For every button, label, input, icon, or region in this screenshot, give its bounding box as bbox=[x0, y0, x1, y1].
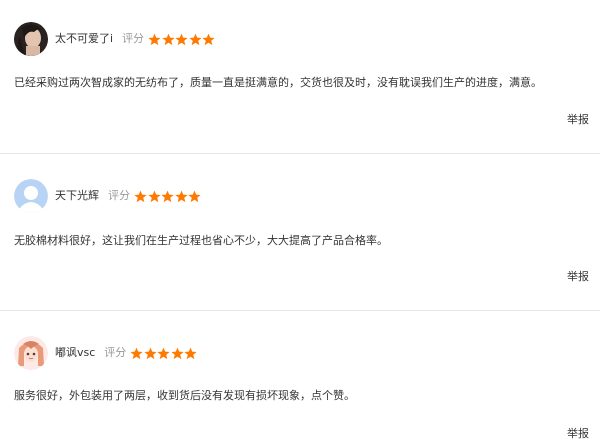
rating-label: 评分 bbox=[104, 346, 127, 359]
report-link[interactable]: 举报 bbox=[567, 113, 589, 127]
star-icon bbox=[175, 33, 188, 45]
star-icon bbox=[171, 347, 184, 359]
review-header: 嘟讽vsc 评分 bbox=[14, 335, 198, 371]
star-icon bbox=[188, 190, 201, 202]
star-icon bbox=[161, 190, 174, 202]
user-avatar-icon[interactable] bbox=[14, 179, 48, 213]
review-username: 太不可爱了i bbox=[55, 32, 114, 45]
star-icon bbox=[148, 33, 161, 45]
review-content: 服务很好，外包装用了两层，收到货后没有发现有损坏现象，点个赞。 bbox=[14, 389, 355, 402]
star-icon bbox=[188, 33, 202, 45]
star-icon bbox=[174, 190, 188, 202]
rating-label: 评分 bbox=[122, 32, 145, 45]
user-avatar-icon[interactable] bbox=[14, 336, 48, 370]
report-link[interactable]: 举报 bbox=[567, 427, 589, 441]
star-rating bbox=[130, 347, 198, 360]
rating-label: 评分 bbox=[108, 189, 130, 202]
star-icon bbox=[157, 347, 170, 359]
divider bbox=[0, 310, 600, 311]
star-icon bbox=[134, 190, 147, 202]
star-rating bbox=[134, 190, 202, 203]
review-header: 太不可爱了i 评分 bbox=[14, 21, 216, 57]
report-link[interactable]: 举报 bbox=[567, 270, 589, 284]
review-username: 天下光辉 bbox=[55, 189, 99, 202]
star-icon bbox=[144, 347, 157, 359]
review-content: 无胶棉材料很好，这让我们在生产过程也省心不少，大大提高了产品合格率。 bbox=[14, 234, 388, 247]
review-username: 嘟讽vsc bbox=[55, 346, 96, 359]
star-icon bbox=[130, 347, 143, 359]
star-icon bbox=[147, 190, 161, 202]
star-icon bbox=[161, 33, 175, 45]
star-rating bbox=[148, 33, 216, 46]
review-header: 天下光辉 评分 bbox=[14, 178, 202, 214]
review-content: 已经采购过两次智成家的无纺布了，质量一直是挺满意的，交货也很及时，没有耽误我们生… bbox=[14, 76, 542, 89]
star-icon bbox=[184, 347, 197, 359]
star-icon bbox=[202, 33, 215, 45]
user-avatar-icon[interactable] bbox=[14, 22, 48, 56]
divider bbox=[0, 153, 600, 154]
